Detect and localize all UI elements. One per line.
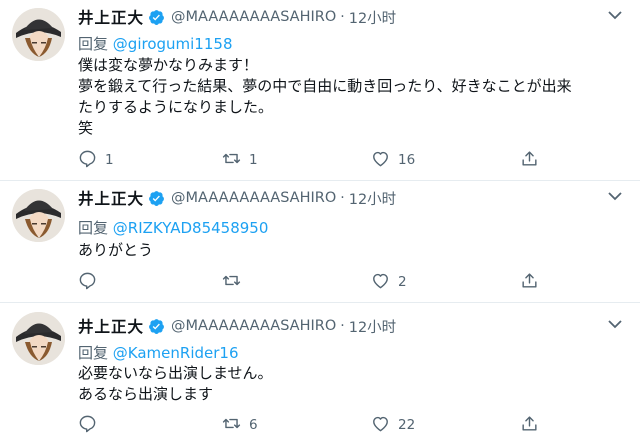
avatar[interactable] [12, 312, 65, 365]
retweet-count: 1 [249, 152, 258, 168]
reply-context: 回复 @RIZKYAD85458950 [78, 217, 268, 238]
tweet-text: 僕は変な夢かなりみます！ 夢を鍛えて行った結果、夢の中で自由に動き回ったり、好き… [78, 56, 572, 137]
retweet-icon [222, 149, 241, 172]
like-count: 2 [398, 274, 407, 290]
reply-context: 回复 @KamenRider16 [78, 342, 239, 363]
display-name[interactable]: 井上正大 [78, 6, 144, 28]
heart-icon [371, 149, 390, 172]
share-button[interactable] [520, 415, 539, 435]
reply-to-link[interactable]: @RIZKYAD85458950 [113, 219, 269, 237]
tweet-text: ありがとう [78, 241, 154, 259]
reply-button[interactable]: 1 [78, 150, 114, 170]
display-name[interactable]: 井上正大 [78, 315, 144, 337]
reply-prefix: 回复 [78, 344, 109, 362]
like-button[interactable]: 2 [371, 272, 407, 292]
avatar-image [12, 8, 65, 61]
retweet-icon [222, 414, 241, 437]
share-icon [520, 414, 539, 437]
separator-dot: · [340, 318, 345, 334]
share-icon [520, 149, 539, 172]
retweet-button[interactable] [222, 272, 249, 292]
avatar-image [12, 189, 65, 242]
separator-dot: · [340, 190, 345, 206]
reply-context: 回复 @girogumi1158 [78, 33, 232, 54]
retweet-icon [222, 271, 241, 294]
reply-icon [78, 271, 97, 294]
like-count: 16 [398, 152, 416, 168]
avatar[interactable] [12, 8, 65, 61]
chevron-down-icon[interactable] [605, 187, 625, 205]
share-button[interactable] [520, 150, 539, 170]
heart-icon [371, 414, 390, 437]
tweet[interactable]: 井上正大 @MAAAAAAAASAHIRO · 12小时 回复 @RIZKYAD… [0, 181, 640, 302]
verified-badge-icon [148, 318, 165, 335]
separator-dot: · [340, 9, 345, 25]
reply-count: 1 [105, 152, 114, 168]
reply-prefix: 回复 [78, 219, 109, 237]
reply-button[interactable] [78, 415, 105, 435]
reply-to-link[interactable]: @KamenRider16 [113, 344, 239, 362]
reply-prefix: 回复 [78, 35, 109, 53]
chevron-down-icon[interactable] [605, 315, 625, 333]
share-button[interactable] [520, 272, 539, 292]
display-name[interactable]: 井上正大 [78, 187, 144, 209]
user-handle[interactable]: @MAAAAAAAASAHIRO [171, 190, 336, 206]
reply-icon [78, 414, 97, 437]
chevron-down-icon[interactable] [605, 6, 625, 24]
retweet-button[interactable]: 6 [222, 415, 258, 435]
tweet-header: 井上正大 @MAAAAAAAASAHIRO · 12小时 [78, 187, 396, 209]
reply-to-link[interactable]: @girogumi1158 [113, 35, 233, 53]
retweet-button[interactable]: 1 [222, 150, 258, 170]
avatar-image [12, 312, 65, 365]
share-icon [520, 271, 539, 294]
tweet-text: 必要ないなら出演しません。 あるなら出演します [78, 364, 273, 403]
avatar[interactable] [12, 189, 65, 242]
timestamp[interactable]: 12小时 [349, 188, 396, 209]
verified-badge-icon [148, 9, 165, 26]
heart-icon [371, 271, 390, 294]
user-handle[interactable]: @MAAAAAAAASAHIRO [171, 9, 336, 25]
like-count: 22 [398, 417, 416, 433]
tweet[interactable]: 井上正大 @MAAAAAAAASAHIRO · 12小时 回复 @KamenRi… [0, 303, 640, 443]
like-button[interactable]: 22 [371, 415, 415, 435]
tweet-header: 井上正大 @MAAAAAAAASAHIRO · 12小时 [78, 6, 396, 28]
reply-icon [78, 149, 97, 172]
retweet-count: 6 [249, 417, 258, 433]
user-handle[interactable]: @MAAAAAAAASAHIRO [171, 318, 336, 334]
timestamp[interactable]: 12小时 [349, 7, 396, 28]
verified-badge-icon [148, 190, 165, 207]
tweet-header: 井上正大 @MAAAAAAAASAHIRO · 12小时 [78, 315, 396, 337]
reply-button[interactable] [78, 272, 105, 292]
timestamp[interactable]: 12小时 [349, 316, 396, 337]
tweet[interactable]: 井上正大 @MAAAAAAAASAHIRO · 12小时 回复 @girogum… [0, 0, 640, 180]
like-button[interactable]: 16 [371, 150, 415, 170]
